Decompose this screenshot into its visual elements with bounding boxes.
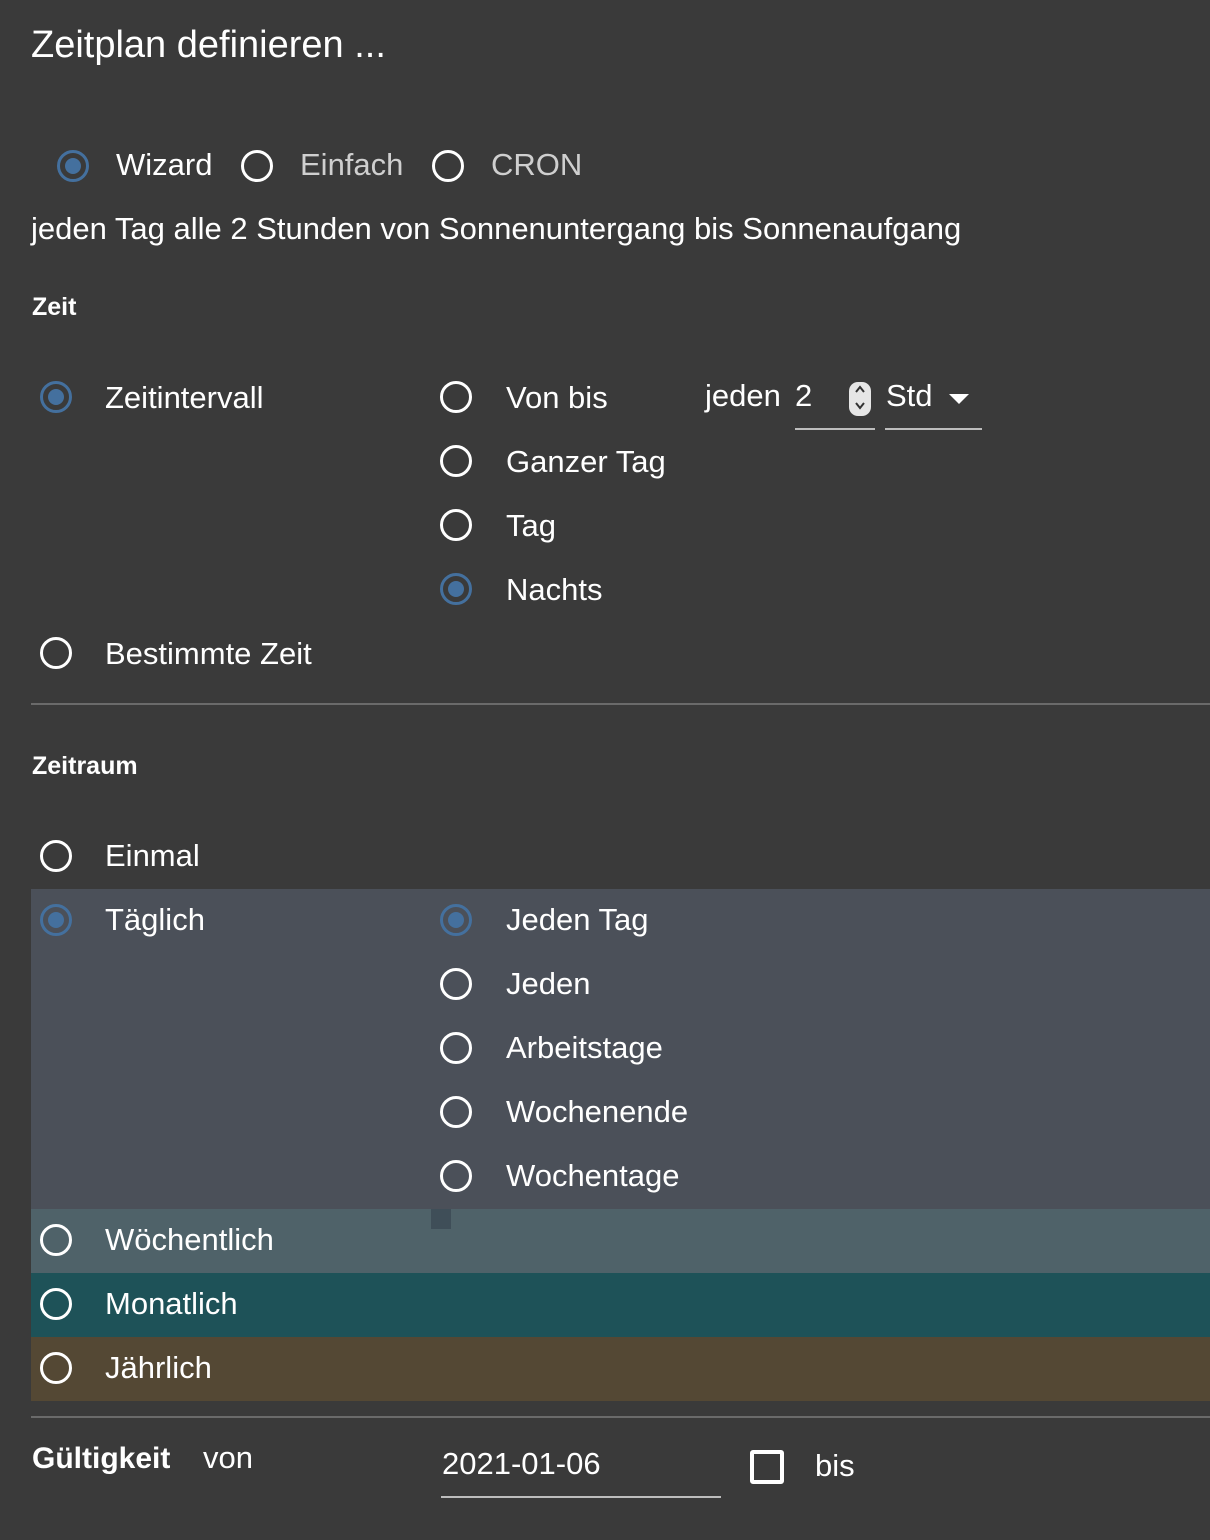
resize-handle [431,1209,451,1229]
woechentlich-label[interactable]: Wöchentlich [105,1222,274,1258]
validity-from-input[interactable]: 2021-01-06 [442,1446,601,1482]
caret-down-icon[interactable] [949,394,969,404]
wochentage-label[interactable]: Wochentage [506,1158,680,1194]
bestimmte-zeit-label[interactable]: Bestimmte Zeit [105,636,312,672]
mode-einfach-radio[interactable] [241,150,273,182]
wochentage-radio[interactable] [440,1160,472,1192]
zeit-heading: Zeit [32,293,77,321]
interval-value-underline [795,428,875,430]
woechentlich-radio[interactable] [40,1224,72,1256]
wochenende-radio[interactable] [440,1096,472,1128]
spinner-down-icon[interactable] [849,399,871,416]
gueltigkeit-heading: Gültigkeit [32,1442,171,1475]
mode-wizard-radio[interactable] [57,150,89,182]
ganzer-tag-radio[interactable] [440,445,472,477]
taeglich-label[interactable]: Täglich [105,902,205,938]
interval-value-input[interactable]: 2 [795,378,812,414]
mode-einfach-label[interactable]: Einfach [300,147,403,183]
wochenende-label[interactable]: Wochenende [506,1094,688,1130]
mode-cron-radio[interactable] [432,150,464,182]
tag-radio[interactable] [440,509,472,541]
von-bis-radio[interactable] [440,381,472,413]
interval-prefix-label: jeden [705,378,781,413]
jeden-radio[interactable] [440,968,472,1000]
validity-to-label[interactable]: bis [815,1448,855,1484]
jaehrlich-radio[interactable] [40,1352,72,1384]
validity-from-label: von [203,1440,253,1475]
arbeitstage-label[interactable]: Arbeitstage [506,1030,663,1066]
validity-to-checkbox[interactable] [750,1450,784,1484]
jaehrlich-label[interactable]: Jährlich [105,1350,212,1386]
mode-cron-label[interactable]: CRON [491,147,582,183]
spinner-up-icon[interactable] [849,382,871,399]
jeden-tag-label[interactable]: Jeden Tag [506,902,649,938]
taeglich-radio[interactable] [40,904,72,936]
spinner-up-down-icon[interactable] [849,382,871,416]
monatlich-radio[interactable] [40,1288,72,1320]
schedule-summary: jeden Tag alle 2 Stunden von Sonnenunter… [31,211,962,246]
interval-unit-underline [885,428,982,430]
bestimmte-zeit-radio[interactable] [40,637,72,669]
zeitintervall-label[interactable]: Zeitintervall [105,380,264,416]
section-divider-bottom [31,1416,1210,1418]
tag-label[interactable]: Tag [506,508,556,544]
einmal-radio[interactable] [40,840,72,872]
validity-from-underline [441,1496,721,1498]
dialog-title: Zeitplan definieren ... [31,24,386,66]
von-bis-label[interactable]: Von bis [506,380,608,416]
mode-wizard-label[interactable]: Wizard [116,147,212,183]
nachts-radio[interactable] [440,573,472,605]
section-divider [31,703,1210,705]
nachts-label[interactable]: Nachts [506,572,602,608]
jeden-tag-radio[interactable] [440,904,472,936]
einmal-label[interactable]: Einmal [105,838,200,874]
monatlich-label[interactable]: Monatlich [105,1286,238,1322]
ganzer-tag-label[interactable]: Ganzer Tag [506,444,666,480]
arbeitstage-radio[interactable] [440,1032,472,1064]
interval-unit-select[interactable]: Std [886,378,933,414]
zeitintervall-radio[interactable] [40,381,72,413]
jeden-label[interactable]: Jeden [506,966,590,1002]
zeitraum-heading: Zeitraum [32,752,138,780]
